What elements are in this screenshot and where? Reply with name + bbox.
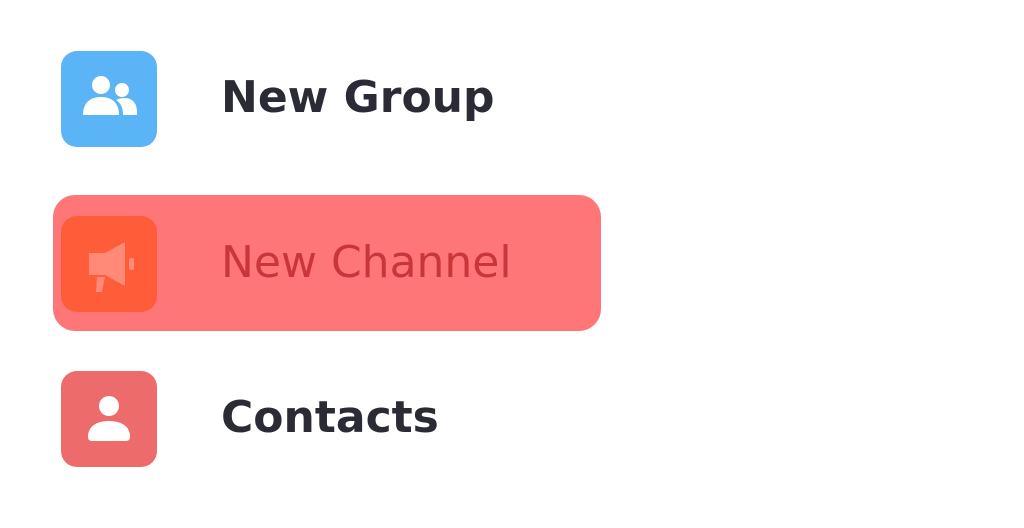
menu-item-new-channel[interactable]: New Channel <box>53 195 601 331</box>
menu-item-label: New Channel <box>221 237 512 288</box>
megaphone-icon <box>61 216 157 312</box>
menu-item-label: New Group <box>221 72 495 123</box>
menu-item-label: Contacts <box>221 392 439 443</box>
new-menu: New Group New Channel Contacts <box>0 0 1024 528</box>
group-icon <box>61 51 157 147</box>
menu-item-new-group[interactable]: New Group <box>53 30 601 166</box>
menu-item-contacts[interactable]: Contacts <box>53 350 601 486</box>
person-icon <box>61 371 157 467</box>
